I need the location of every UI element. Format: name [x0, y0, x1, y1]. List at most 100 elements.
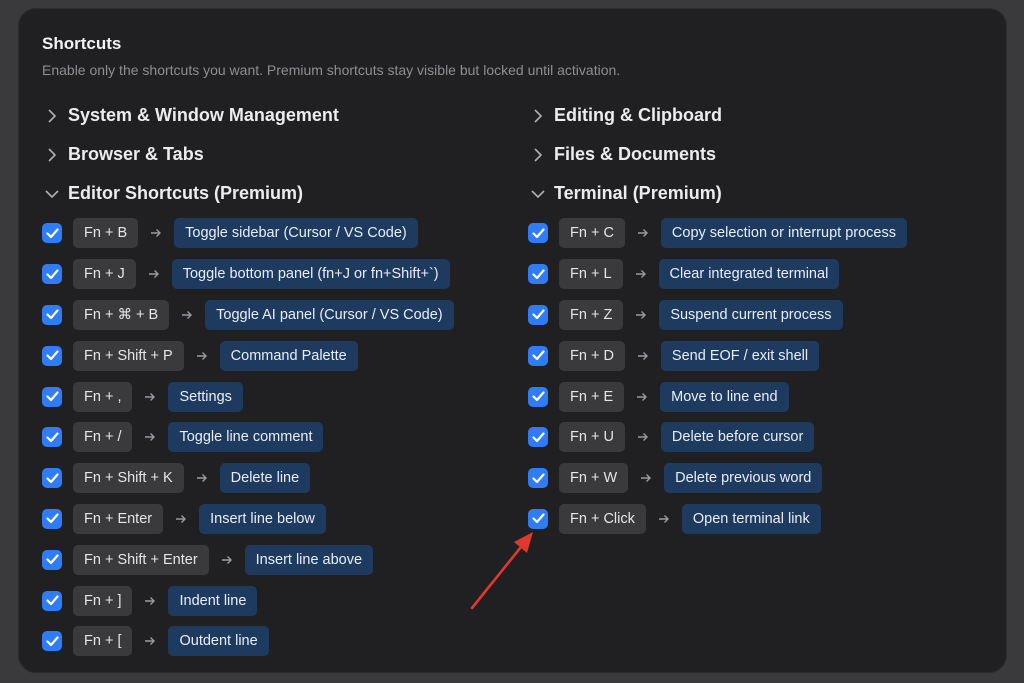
- shortcut-key: Fn + Shift + P: [73, 340, 184, 371]
- arrow-right-icon: [623, 310, 659, 320]
- section-terminal[interactable]: Terminal (Premium): [528, 174, 907, 213]
- shortcut-action: Insert line above: [244, 544, 374, 575]
- arrow-right-icon: [132, 432, 168, 442]
- shortcut-action: Copy selection or interrupt process: [660, 218, 907, 249]
- shortcut-checkbox[interactable]: [42, 590, 62, 611]
- section-label: Browser & Tabs: [68, 144, 204, 164]
- shortcut-action: Open terminal link: [681, 503, 821, 534]
- shortcut-checkbox[interactable]: [42, 427, 62, 448]
- shortcut-action: Toggle AI panel (Cursor / VS Code): [205, 299, 454, 330]
- shortcut-key: Fn + Shift + K: [73, 463, 184, 494]
- shortcut-checkbox[interactable]: [42, 345, 62, 366]
- editor-shortcut-row: Fn + Shift + P Command Palette: [42, 335, 454, 376]
- shortcut-action: Suspend current process: [659, 299, 843, 330]
- section-label: Editing & Clipboard: [554, 105, 722, 125]
- shortcut-checkbox[interactable]: [42, 468, 62, 489]
- checkmark-icon: [531, 391, 545, 402]
- shortcut-checkbox[interactable]: [528, 345, 548, 366]
- shortcut-key: Fn + L: [559, 259, 623, 290]
- checkmark-icon: [531, 350, 545, 361]
- shortcut-checkbox[interactable]: [528, 427, 548, 448]
- shortcut-key: Fn + [: [73, 626, 133, 657]
- shortcut-checkbox[interactable]: [528, 386, 548, 407]
- chevron-right-icon: [528, 106, 548, 126]
- shortcut-checkbox[interactable]: [42, 549, 62, 570]
- checkmark-icon: [45, 595, 59, 606]
- chevron-right-icon: [42, 145, 62, 165]
- arrow-right-icon: [138, 228, 174, 238]
- editor-shortcut-row: Fn + Enter Insert line below: [42, 499, 454, 540]
- arrow-right-icon: [625, 432, 661, 442]
- editor-shortcut-row: Fn + / Toggle line comment: [42, 417, 454, 458]
- shortcut-key: Fn + Shift + Enter: [73, 544, 209, 575]
- chevron-right-icon: [528, 145, 548, 165]
- shortcut-checkbox[interactable]: [528, 304, 548, 325]
- shortcut-checkbox[interactable]: [42, 223, 62, 244]
- checkmark-icon: [531, 228, 545, 238]
- section-editing-clipboard[interactable]: Editing & Clipboard: [528, 96, 907, 135]
- shortcut-checkbox[interactable]: [42, 304, 62, 325]
- shortcut-action: Toggle bottom panel (fn+J or fn+Shift+`): [171, 259, 450, 290]
- shortcut-action: Delete previous word: [664, 463, 823, 494]
- shortcut-key: Fn + B: [73, 218, 139, 249]
- arrow-right-icon: [132, 596, 168, 606]
- shortcut-checkbox[interactable]: [528, 508, 548, 529]
- shortcut-action: Settings: [168, 381, 243, 412]
- annotation-arrow-icon: [470, 532, 533, 610]
- shortcut-key: Fn + U: [559, 422, 625, 453]
- section-system-window[interactable]: System & Window Management: [42, 96, 454, 135]
- editor-shortcut-row: Fn + [Outdent line: [42, 621, 454, 662]
- arrow-right-icon: [184, 473, 220, 483]
- shortcut-checkbox[interactable]: [42, 631, 62, 652]
- chevron-right-icon: [42, 106, 62, 126]
- arrow-right-icon: [136, 269, 172, 279]
- shortcut-key: Fn + E: [559, 381, 625, 412]
- checkmark-icon: [45, 554, 59, 565]
- checkmark-icon: [45, 513, 59, 524]
- section-files-documents[interactable]: Files & Documents: [528, 135, 907, 174]
- arrow-right-icon: [646, 514, 682, 524]
- shortcut-key: Fn + ,: [73, 381, 133, 412]
- shortcut-action: Command Palette: [219, 340, 358, 371]
- section-label: Files & Documents: [554, 144, 717, 164]
- checkmark-icon: [45, 269, 59, 279]
- terminal-shortcut-row: Fn + L Clear integrated terminal: [528, 254, 907, 295]
- checkmark-icon: [45, 228, 59, 238]
- terminal-shortcut-row: Fn + C Copy selection or interrupt proces…: [528, 213, 907, 254]
- terminal-shortcut-list: Fn + C Copy selection or interrupt proces…: [528, 213, 907, 539]
- shortcut-checkbox[interactable]: [42, 386, 62, 407]
- shortcut-checkbox[interactable]: [528, 468, 548, 489]
- editor-shortcut-row: Fn + ⌘ + B Toggle AI panel (Cursor / VS C…: [42, 295, 454, 336]
- checkmark-icon: [45, 636, 59, 646]
- terminal-shortcut-row: Fn + W Delete previous word: [528, 458, 907, 499]
- editor-shortcut-row: Fn + ] Indent line: [42, 580, 454, 621]
- chevron-down-icon: [42, 184, 62, 204]
- arrow-right-icon: [625, 228, 661, 238]
- shortcut-key: Fn + Z: [559, 299, 624, 330]
- shortcut-key: Fn + D: [559, 340, 625, 371]
- checkmark-icon: [531, 513, 545, 524]
- shortcut-key: Fn + ⌘ + B: [73, 299, 170, 330]
- right-column: Editing & Clipboard Files & Documents Te…: [528, 96, 907, 539]
- shortcut-action: Clear integrated terminal: [658, 259, 840, 290]
- shortcut-action: Toggle sidebar (Cursor / VS Code): [174, 218, 418, 249]
- section-editor-shortcuts[interactable]: Editor Shortcuts (Premium): [42, 174, 454, 213]
- editor-shortcut-list: Fn + B Toggle sidebar (Cursor / VS Code) F…: [42, 213, 454, 662]
- shortcut-checkbox[interactable]: [528, 223, 548, 244]
- checkmark-icon: [531, 473, 545, 483]
- page-subtitle: Enable only the shortcuts you want. Prem…: [42, 62, 621, 78]
- checkmark-icon: [45, 473, 59, 483]
- shortcut-checkbox[interactable]: [42, 264, 62, 285]
- section-label: System & Window Management: [68, 105, 339, 125]
- editor-shortcut-row: Fn + Shift + Enter Insert line above: [42, 539, 454, 580]
- arrow-right-icon: [624, 392, 660, 402]
- section-browser-tabs[interactable]: Browser & Tabs: [42, 135, 454, 174]
- checkmark-icon: [531, 309, 545, 320]
- shortcut-action: Move to line end: [660, 381, 789, 412]
- checkmark-icon: [45, 309, 59, 320]
- shortcut-key: Fn + ]: [73, 585, 133, 616]
- shortcut-action: Insert line below: [199, 503, 326, 534]
- shortcut-checkbox[interactable]: [42, 508, 62, 529]
- shortcut-key: Fn + J: [73, 259, 136, 290]
- shortcut-checkbox[interactable]: [528, 264, 548, 285]
